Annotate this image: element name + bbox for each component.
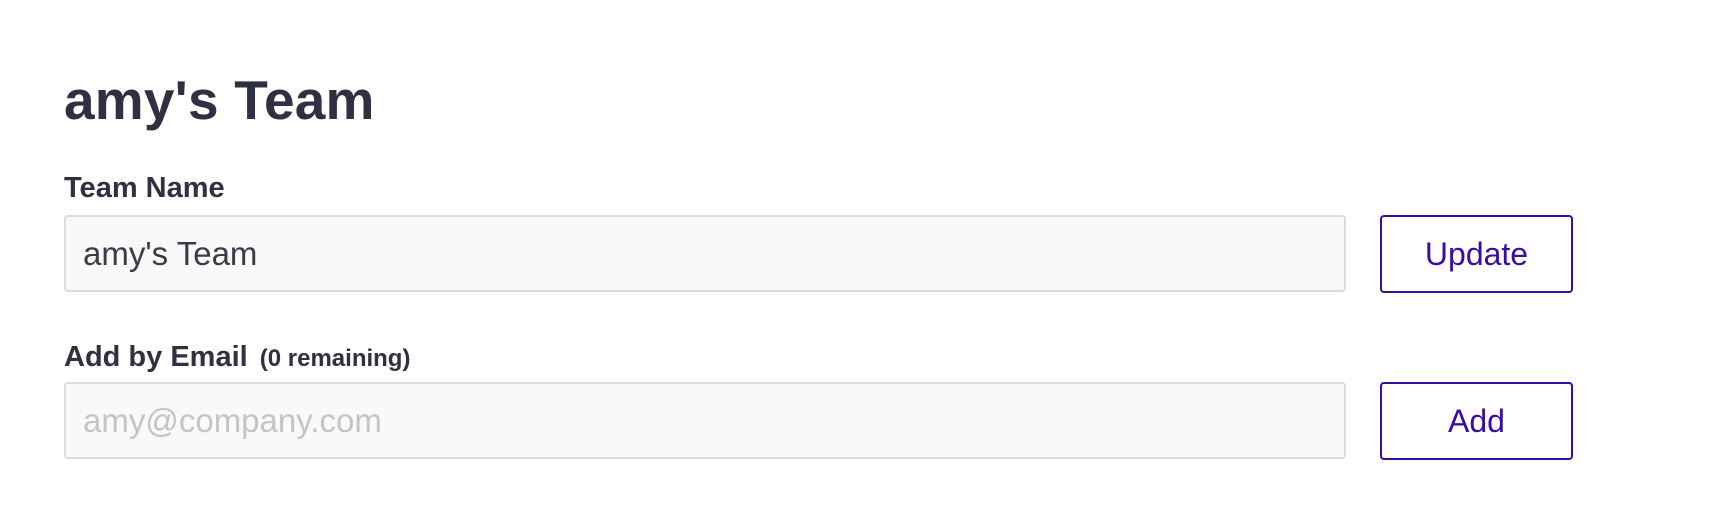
- add-button[interactable]: Add: [1380, 382, 1573, 460]
- team-name-input[interactable]: [64, 215, 1346, 292]
- update-button[interactable]: Update: [1380, 215, 1573, 293]
- add-by-email-label-text: Add by Email: [64, 341, 248, 373]
- email-input[interactable]: [64, 382, 1346, 459]
- team-name-label-text: Team Name: [64, 172, 225, 204]
- team-name-label: Team Name: [64, 170, 225, 206]
- page-title: amy's Team: [64, 69, 375, 131]
- remaining-count-text: (0 remaining): [259, 345, 411, 372]
- add-by-email-label: Add by Email (0 remaining): [64, 339, 410, 377]
- team-settings-page: amy's Team Team Name Update Add by Email…: [0, 0, 1722, 508]
